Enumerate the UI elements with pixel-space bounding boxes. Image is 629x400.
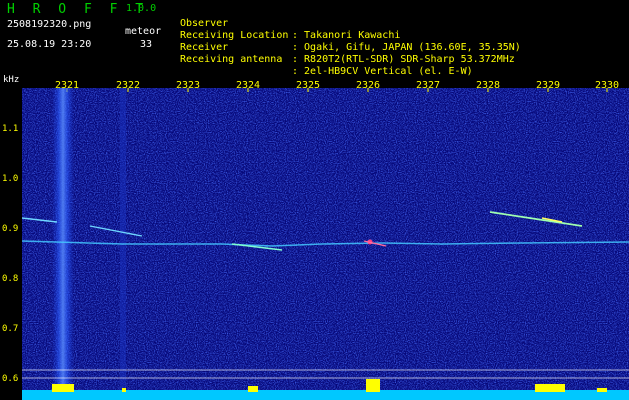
location-value: : Ogaki, Gifu, JAPAN (136.60E, 35.35N) (292, 42, 521, 53)
header-panel: H R O F F T 1.0.0 2508192320.png 25.08.1… (0, 0, 629, 77)
app-version: 1.0.0 (126, 3, 157, 14)
observer-value: : Takanori Kawachi (292, 30, 401, 41)
y-tick-label: 1.1 (2, 124, 19, 134)
antenna-label: Receiving antenna (180, 54, 283, 65)
y-tick-label: 0.7 (2, 324, 19, 334)
antenna-row: Receiving antenna : 2el-HB9CV Vertical (… (180, 42, 473, 77)
axis-unit: kHz (3, 75, 20, 85)
y-tick-label: 0.8 (2, 274, 19, 284)
location-row: Receiving Location : Ogaki, Gifu, JAPAN … (180, 18, 521, 53)
receiver-row: Receiver : R820T2(RTL-SDR) SDR-Sharp 53.… (180, 30, 515, 65)
interference-band (52, 88, 74, 400)
y-tick-label: 1.0 (2, 174, 19, 184)
spectrogram (22, 88, 629, 400)
file-datetime: 25.08.19 23:20 (7, 39, 92, 50)
receiver-value: : R820T2(RTL-SDR) SDR-Sharp 53.372MHz (292, 54, 515, 65)
y-tick-label: 0.9 (2, 224, 19, 234)
station-info: Observer : Takanori Kawachi Receiving Lo… (180, 6, 521, 77)
file-name: 2508192320.png (7, 19, 92, 30)
y-tick-label: 0.6 (2, 374, 19, 384)
meteor-count: 33 (140, 39, 153, 50)
meteor-label: meteor (125, 26, 162, 37)
observer-row: Observer : Takanori Kawachi (180, 6, 400, 41)
antenna-value: : 2el-HB9CV Vertical (el. E-W) (292, 66, 473, 77)
